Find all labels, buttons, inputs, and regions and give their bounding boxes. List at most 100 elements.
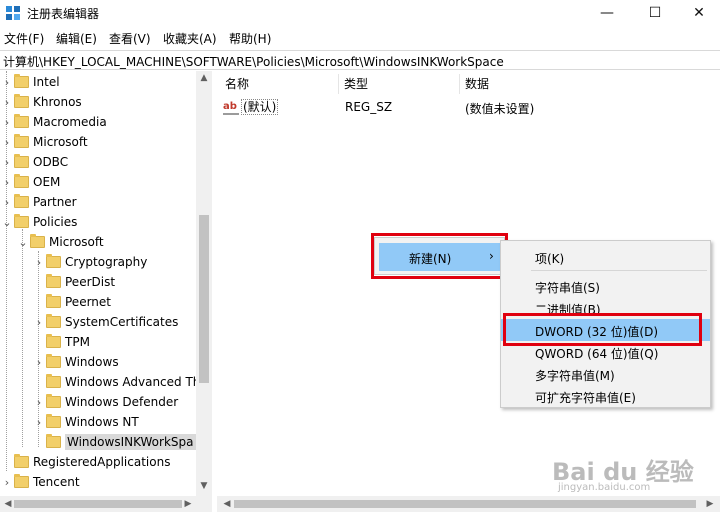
baidu-watermark: Bai du 经验 jingyan.baidu.com [552, 452, 694, 493]
maximize-button[interactable]: ☐ [632, 0, 678, 26]
menu-item-label: 多字符串值(M) [535, 369, 615, 383]
chevron-right-icon[interactable]: › [0, 96, 14, 109]
scroll-left-arrow-icon[interactable]: ◀ [219, 499, 235, 509]
tree-item-odbc[interactable]: › ODBC [0, 152, 68, 172]
folder-icon [30, 234, 45, 248]
chevron-right-icon[interactable]: › [0, 76, 14, 89]
tree-item-oem[interactable]: › OEM [0, 172, 60, 192]
annotation-highlight-box [371, 233, 508, 279]
close-button[interactable]: ✕ [676, 0, 720, 26]
tree-item-windows-defender[interactable]: › Windows Defender [32, 392, 178, 412]
menu-item-key[interactable]: 项(K) [501, 246, 710, 268]
folder-icon [46, 334, 61, 348]
menu-item-multi-string-value[interactable]: 多字符串值(M) [501, 363, 710, 385]
menu-item-string-value[interactable]: 字符串值(S) [501, 275, 710, 297]
menu-bar: 文件(F) 编辑(E) 查看(V) 收藏夹(A) 帮助(H) [0, 28, 720, 48]
tree-item-policies-microsoft[interactable]: ⌄ Microsoft [16, 232, 104, 252]
column-header-type[interactable]: 类型 [340, 74, 460, 94]
chevron-right-icon[interactable]: › [32, 256, 46, 269]
tree-item-peerdist[interactable]: PeerDist [32, 272, 115, 292]
tree-item-khronos[interactable]: › Khronos [0, 92, 82, 112]
scroll-right-arrow-icon[interactable]: ▶ [180, 499, 196, 509]
chevron-right-icon[interactable]: › [32, 396, 46, 409]
tree-item-cryptography[interactable]: › Cryptography [32, 252, 147, 272]
tree-item-tpm[interactable]: TPM [32, 332, 90, 352]
tree-item-label: Cryptography [65, 255, 148, 269]
scroll-up-arrow-icon[interactable]: ▲ [196, 73, 212, 83]
folder-icon [14, 194, 29, 208]
menu-item-label: 字符串值(S) [535, 281, 600, 295]
chevron-right-icon[interactable]: › [0, 176, 14, 189]
folder-icon [14, 74, 29, 88]
tree-item-macromedia[interactable]: › Macromedia [0, 112, 107, 132]
chevron-right-icon[interactable]: › [0, 196, 14, 209]
minimize-button[interactable]: — [584, 0, 630, 26]
registry-editor-icon [6, 6, 20, 20]
tree-item-intel[interactable]: › Intel [0, 72, 60, 92]
tree-item-label: Peernet [65, 295, 111, 309]
menu-file[interactable]: 文件(F) [4, 30, 44, 47]
annotation-highlight-box [503, 313, 702, 346]
tree-item-label: SystemCertificates [65, 315, 179, 329]
tree-item-label: PeerDist [65, 275, 116, 289]
folder-icon [46, 274, 61, 288]
address-bar[interactable]: 计算机\HKEY_LOCAL_MACHINE\SOFTWARE\Policies… [0, 50, 720, 70]
tree-item-windows-nt[interactable]: › Windows NT [32, 412, 139, 432]
watermark-url: jingyan.baidu.com [558, 482, 651, 493]
folder-icon [46, 294, 61, 308]
menu-separator [531, 270, 707, 271]
tree-item-partner[interactable]: › Partner [0, 192, 77, 212]
tree-item-windowsinkworkspace[interactable]: WindowsINKWorkSpa [32, 432, 196, 452]
tree-item-registeredapplications[interactable]: RegisteredApplications [0, 452, 170, 472]
folder-icon [14, 174, 29, 188]
tree-item-tencent[interactable]: › Tencent [0, 472, 80, 492]
tree-item-policies[interactable]: ⌄ Policies [0, 212, 77, 232]
folder-icon [14, 214, 29, 228]
menu-item-expandable-string-value[interactable]: 可扩充字符串值(E) [501, 385, 710, 407]
tree-horizontal-scroll-thumb[interactable] [14, 500, 182, 508]
chevron-right-icon[interactable]: › [32, 316, 46, 329]
chevron-right-icon[interactable]: › [0, 156, 14, 169]
tree-item-peernet[interactable]: Peernet [32, 292, 111, 312]
tree-guide-line [22, 229, 23, 447]
chevron-right-icon[interactable]: › [32, 356, 46, 369]
folder-icon [14, 454, 29, 468]
tree-item-label: Windows Advanced Th [65, 375, 201, 389]
menu-view[interactable]: 查看(V) [109, 30, 151, 47]
tree-item-label: Macromedia [33, 115, 107, 129]
tree-item-label: Khronos [33, 95, 82, 109]
tree-item-microsoft[interactable]: › Microsoft [0, 132, 88, 152]
column-header-name[interactable]: 名称 [221, 74, 339, 94]
scroll-right-arrow-icon[interactable]: ▶ [702, 499, 718, 509]
value-type: REG_SZ [345, 100, 393, 114]
chevron-right-icon[interactable]: › [0, 136, 14, 149]
tree-item-label: Policies [33, 215, 78, 229]
menu-favorites[interactable]: 收藏夹(A) [163, 30, 217, 47]
tree-vertical-scroll-thumb[interactable] [199, 215, 209, 383]
chevron-right-icon[interactable]: › [32, 416, 46, 429]
tree-item-label: Tencent [33, 475, 80, 489]
menu-help[interactable]: 帮助(H) [229, 30, 271, 47]
list-horizontal-scroll-thumb[interactable] [234, 500, 696, 508]
scroll-down-arrow-icon[interactable]: ▼ [196, 481, 212, 491]
tree-item-windows[interactable]: › Windows [32, 352, 119, 372]
string-value-icon: ab [223, 101, 239, 115]
column-header-data[interactable]: 数据 [461, 74, 720, 94]
tree-item-systemcertificates[interactable]: › SystemCertificates [32, 312, 178, 332]
tree-item-windows-advanced-threat[interactable]: Windows Advanced Th [32, 372, 200, 392]
tree-item-label: ODBC [33, 155, 69, 169]
chevron-down-icon[interactable]: ⌄ [16, 236, 30, 249]
folder-icon [46, 254, 61, 268]
chevron-right-icon[interactable]: › [0, 116, 14, 129]
chevron-right-icon[interactable]: › [0, 476, 14, 489]
folder-icon [46, 434, 61, 448]
tree-item-label: Partner [33, 195, 77, 209]
menu-edit[interactable]: 编辑(E) [56, 30, 97, 47]
list-row[interactable]: ab (默认) [223, 98, 703, 116]
menu-item-label: 可扩充字符串值(E) [535, 391, 636, 405]
registry-tree: › Intel › Khronos › Macromedia › Microsoft ›… [0, 71, 212, 512]
folder-icon [46, 394, 61, 408]
tree-item-label: Microsoft [33, 135, 88, 149]
chevron-down-icon[interactable]: ⌄ [0, 216, 14, 229]
folder-icon [46, 414, 61, 428]
